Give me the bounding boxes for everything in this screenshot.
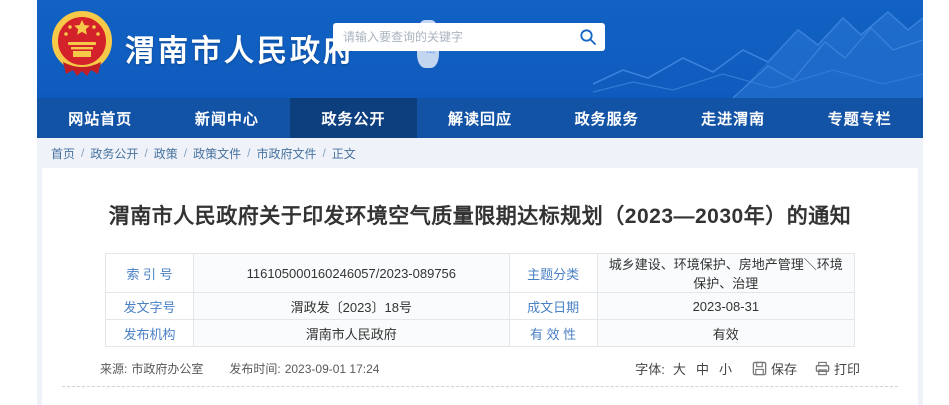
search-box bbox=[333, 23, 605, 51]
font-size-large-button[interactable]: 大 bbox=[673, 359, 686, 378]
index-number-label: 索 引 号 bbox=[106, 254, 194, 293]
nav-item-news[interactable]: 新闻中心 bbox=[164, 98, 291, 138]
breadcrumb-home[interactable]: 首页 bbox=[51, 145, 75, 162]
content-area: 渭南市人民政府关于印发环境空气质量限期达标规划（2023—2030年）的通知 索… bbox=[37, 168, 923, 405]
source-label: 来源: bbox=[100, 362, 127, 376]
font-size-medium-button[interactable]: 中 bbox=[696, 359, 709, 378]
index-number-value: 116105000160246057/2023-089756 bbox=[194, 254, 509, 293]
topic-category-value: 城乡建设、环境保护、房地产管理＼环境保护、治理 bbox=[597, 254, 854, 293]
issue-date-label: 成文日期 bbox=[509, 293, 597, 320]
print-label: 打印 bbox=[834, 359, 860, 378]
source-info: 来源: 市政府办公室 发布时间: 2023-09-01 17:24 bbox=[100, 360, 383, 377]
validity-value: 有效 bbox=[597, 320, 854, 347]
publish-time-value: 2023-09-01 17:24 bbox=[285, 362, 380, 376]
table-row: 索 引 号 116105000160246057/2023-089756 主题分… bbox=[106, 254, 855, 293]
article-title: 渭南市人民政府关于印发环境空气质量限期达标规划（2023—2030年）的通知 bbox=[42, 168, 918, 230]
site-container: 华山 渭南市人民政府 bbox=[37, 0, 923, 405]
breadcrumb-gov-info[interactable]: 政务公开 bbox=[90, 145, 138, 162]
issue-date-value: 2023-08-31 bbox=[597, 293, 854, 320]
source-value: 市政府办公室 bbox=[131, 362, 203, 376]
main-nav: 网站首页 新闻中心 政务公开 解读回应 政务服务 走进渭南 专题专栏 bbox=[37, 98, 923, 138]
validity-label: 有 效 性 bbox=[509, 320, 597, 347]
publish-time-label: 发布时间: bbox=[229, 362, 280, 376]
nav-item-interpretation[interactable]: 解读回应 bbox=[417, 98, 544, 138]
topic-category-label: 主题分类 bbox=[509, 254, 597, 293]
article-meta-row: 来源: 市政府办公室 发布时间: 2023-09-01 17:24 字体: 大 中 小 bbox=[100, 358, 860, 378]
font-size-label: 字体: bbox=[635, 359, 665, 378]
site-header: 华山 渭南市人民政府 bbox=[37, 0, 923, 98]
breadcrumb-current: 正文 bbox=[332, 145, 356, 162]
breadcrumb-policy-docs[interactable]: 政策文件 bbox=[193, 145, 241, 162]
breadcrumb: 首页 / 政务公开 / 政策 / 政策文件 / 市政府文件 / 正文 bbox=[37, 138, 923, 168]
save-icon bbox=[752, 361, 767, 376]
nav-item-services[interactable]: 政务服务 bbox=[543, 98, 670, 138]
breadcrumb-separator: / bbox=[144, 146, 147, 160]
mountain-artwork bbox=[593, 0, 923, 98]
save-button[interactable]: 保存 bbox=[752, 359, 797, 378]
breadcrumb-municipal-docs[interactable]: 市政府文件 bbox=[256, 145, 316, 162]
page: 华山 渭南市人民政府 bbox=[0, 0, 949, 405]
doc-number-value: 渭政发〔2023〕18号 bbox=[194, 293, 509, 320]
print-icon bbox=[815, 361, 830, 376]
table-row: 发布机构 渭南市人民政府 有 效 性 有效 bbox=[106, 320, 855, 347]
nav-item-gov-info[interactable]: 政务公开 bbox=[290, 98, 417, 138]
breadcrumb-policy[interactable]: 政策 bbox=[154, 145, 178, 162]
issuing-agency-label: 发布机构 bbox=[106, 320, 194, 347]
info-table: 索 引 号 116105000160246057/2023-089756 主题分… bbox=[105, 253, 855, 347]
article-card: 渭南市人民政府关于印发环境空气质量限期达标规划（2023—2030年）的通知 索… bbox=[42, 168, 918, 405]
breadcrumb-separator: / bbox=[81, 146, 84, 160]
national-emblem-logo bbox=[49, 10, 115, 80]
breadcrumb-separator: / bbox=[184, 146, 187, 160]
nav-item-home[interactable]: 网站首页 bbox=[37, 98, 164, 138]
nav-item-about-weinan[interactable]: 走进渭南 bbox=[670, 98, 797, 138]
table-row: 发文字号 渭政发〔2023〕18号 成文日期 2023-08-31 bbox=[106, 293, 855, 320]
doc-number-label: 发文字号 bbox=[106, 293, 194, 320]
font-size-small-button[interactable]: 小 bbox=[719, 359, 732, 378]
breadcrumb-separator: / bbox=[322, 146, 325, 160]
print-button[interactable]: 打印 bbox=[815, 359, 860, 378]
dotted-divider bbox=[62, 386, 898, 387]
issuing-agency-value: 渭南市人民政府 bbox=[194, 320, 509, 347]
nav-item-special-topics[interactable]: 专题专栏 bbox=[796, 98, 923, 138]
search-icon[interactable] bbox=[579, 28, 597, 46]
save-label: 保存 bbox=[771, 359, 797, 378]
breadcrumb-separator: / bbox=[247, 146, 250, 160]
site-title: 渭南市人民政府 bbox=[125, 26, 356, 70]
search-input[interactable] bbox=[343, 30, 579, 44]
article-tools: 字体: 大 中 小 保存 bbox=[635, 359, 860, 378]
